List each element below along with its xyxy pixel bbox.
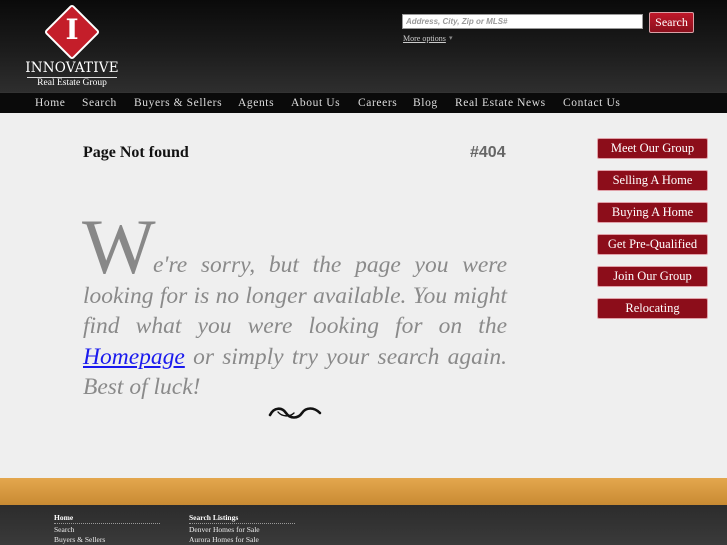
footer-accent-band <box>0 478 727 505</box>
relocating-button[interactable]: Relocating <box>597 298 708 319</box>
nav-item-contact-us[interactable]: Contact Us <box>563 96 620 111</box>
buying-a-home-button[interactable]: Buying A Home <box>597 202 708 223</box>
footer-divider <box>54 523 160 524</box>
footer-link-buyers-sellers[interactable]: Buyers & Sellers <box>54 535 105 544</box>
site-footer: Home Search Buyers & Sellers Search List… <box>0 505 727 545</box>
meet-our-group-button[interactable]: Meet Our Group <box>597 138 708 159</box>
homepage-link[interactable]: Homepage <box>83 344 185 370</box>
nav-item-real-estate-news[interactable]: Real Estate News <box>455 96 546 111</box>
search-button[interactable]: Search <box>649 12 694 33</box>
nav-item-agents[interactable]: Agents <box>238 96 274 111</box>
logo-company-name: INNOVATIVE <box>25 60 119 76</box>
logo-tagline: Real Estate Group <box>37 78 107 88</box>
more-options-link[interactable]: More options <box>403 34 446 43</box>
get-pre-qualified-button[interactable]: Get Pre-Qualified <box>597 234 708 255</box>
message-text-before: e're sorry, but the page you were lookin… <box>83 252 507 339</box>
footer-heading-search-listings[interactable]: Search Listings <box>189 513 238 522</box>
flourish-ornament-icon <box>268 407 322 419</box>
error-message: e're sorry, but the page you were lookin… <box>83 250 507 403</box>
nav-item-search[interactable]: Search <box>82 96 117 111</box>
error-code: #404 <box>470 144 506 161</box>
nav-item-buyers-sellers[interactable]: Buyers & Sellers <box>134 96 222 111</box>
logo-diamond-icon: I <box>43 3 101 61</box>
nav-item-home[interactable]: Home <box>35 96 66 111</box>
logo-letter: I <box>65 13 79 46</box>
footer-link-search[interactable]: Search <box>54 525 74 534</box>
search-input[interactable] <box>402 14 643 29</box>
footer-link-denver-homes[interactable]: Denver Homes for Sale <box>189 525 260 534</box>
chevron-down-icon[interactable]: ▾ <box>449 34 453 42</box>
main-nav: Home Search Buyers & Sellers Agents Abou… <box>0 92 727 113</box>
page-title: Page Not found <box>83 144 189 161</box>
site-header: I INNOVATIVE Real Estate Group Search Mo… <box>0 0 727 92</box>
company-logo[interactable]: I INNOVATIVE Real Estate Group <box>24 2 120 90</box>
selling-a-home-button[interactable]: Selling A Home <box>597 170 708 191</box>
join-our-group-button[interactable]: Join Our Group <box>597 266 708 287</box>
nav-item-about-us[interactable]: About Us <box>291 96 340 111</box>
nav-item-blog[interactable]: Blog <box>413 96 438 111</box>
footer-divider <box>189 523 295 524</box>
footer-heading-home[interactable]: Home <box>54 513 73 522</box>
nav-item-careers[interactable]: Careers <box>358 96 397 111</box>
footer-link-aurora-homes[interactable]: Aurora Homes for Sale <box>189 535 259 544</box>
